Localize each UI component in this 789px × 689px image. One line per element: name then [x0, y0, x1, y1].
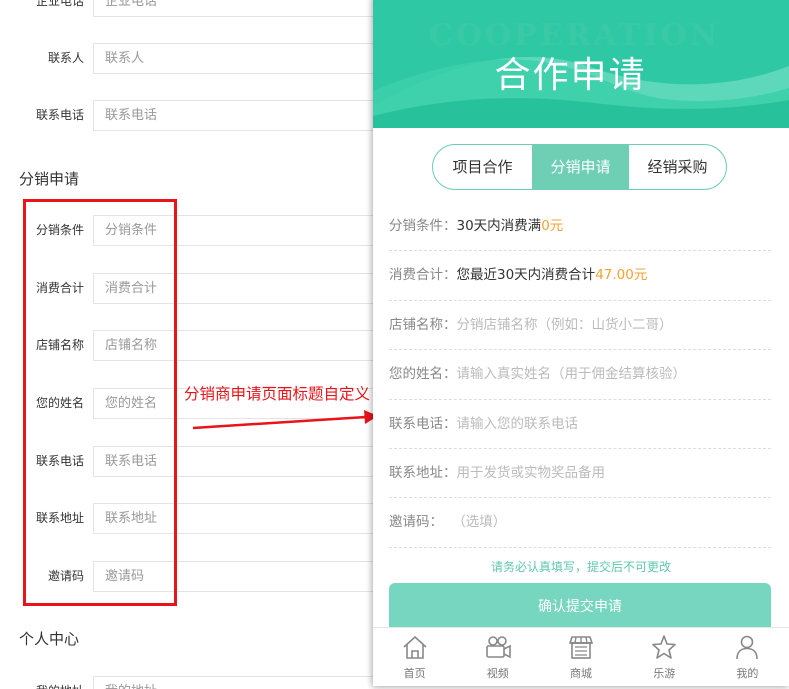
field-label: 联系电话： [389, 415, 457, 432]
company-phone-input[interactable]: 企业电话 [93, 0, 393, 17]
tab-dealer-purchase[interactable]: 经销采购 [629, 145, 726, 189]
field-label: 联系地址： [389, 464, 457, 481]
form-notice: 请务必认真填写，提交后不可更改 [490, 560, 671, 574]
field-value-highlight: 0元 [541, 218, 564, 234]
tabbar-label: 乐游 [653, 667, 676, 680]
form-row-contact-phone: 联系电话 联系电话 [0, 100, 400, 131]
tabbar-label: 首页 [403, 667, 426, 680]
address-input[interactable]: 用于发货或实物奖品备用 [457, 465, 606, 481]
field-label: 我的地址 [36, 676, 84, 689]
form-row-contact-person: 联系人 联系人 [0, 43, 400, 74]
tabbar-item-mall[interactable]: 商城 [539, 628, 622, 686]
application-form: 分销条件：30天内消费满0元 消费合计：您最近30天内消费合计47.00元 店铺… [389, 202, 771, 548]
tab-distribution-application[interactable]: 分销申请 [532, 145, 629, 189]
application-type-tabs: 项目合作 分销申请 经销采购 [432, 144, 727, 190]
highlight-box [23, 199, 177, 606]
tabbar-label: 商城 [570, 667, 592, 680]
home-icon [403, 635, 427, 659]
star-icon [652, 635, 677, 659]
tabbar-item-travel[interactable]: 乐游 [623, 628, 706, 686]
shop-name-input[interactable]: 分销店铺名称（例如：山货小二哥） [457, 317, 673, 333]
field-value: 30天内消费满 [456, 218, 542, 234]
tabbar-item-video[interactable]: 视频 [456, 628, 539, 686]
mobile-preview: COOPERATION 合作申请 项目合作 分销申请 经销采购 分销条件：30天… [373, 0, 789, 686]
video-camera-icon [485, 636, 511, 659]
tabbar-label: 视频 [486, 667, 509, 680]
field-contact-phone[interactable]: 联系电话：请输入您的联系电话 [389, 400, 771, 449]
field-invite-code[interactable]: 邀请码： （选填） [389, 498, 771, 548]
name-input[interactable]: 请输入真实姓名（用于佣金结算核验） [457, 366, 687, 382]
field-contact-address[interactable]: 联系地址：用于发货或实物奖品备用 [389, 449, 771, 499]
section-title-distribution: 分销申请 [19, 170, 80, 188]
shop-icon [568, 636, 594, 659]
annotation-text: 分销商申请页面标题自定义 [184, 385, 371, 403]
bottom-tab-bar: 首页 视频 商城 乐游 我的 [373, 627, 789, 686]
field-label: 联系人 [47, 51, 84, 65]
contact-phone-input[interactable]: 联系电话 [93, 100, 393, 131]
field-label: 您的姓名： [389, 366, 457, 383]
field-your-name[interactable]: 您的姓名：请输入真实姓名（用于佣金结算核验） [389, 350, 771, 400]
invite-code-input[interactable]: （选填） [459, 514, 506, 530]
section-title-personal-center: 个人中心 [19, 630, 80, 648]
field-value: 您最近30天内消费合计 [456, 267, 596, 284]
field-label: 邀请码： [389, 514, 443, 531]
field-label: 消费合计： [389, 267, 457, 284]
field-value-highlight: 47.00元 [595, 267, 648, 284]
tabbar-label: 我的 [736, 667, 759, 680]
tabbar-item-home[interactable]: 首页 [373, 628, 456, 686]
field-shop-name[interactable]: 店铺名称：分销店铺名称（例如：山货小二哥） [389, 301, 771, 351]
tab-project-cooperation[interactable]: 项目合作 [433, 145, 532, 189]
field-distribution-condition: 分销条件：30天内消费满0元 [389, 202, 771, 252]
cooperation-banner: COOPERATION 合作申请 [373, 0, 789, 128]
field-label: 店铺名称： [389, 316, 457, 333]
banner-title: 合作申请 [494, 55, 647, 96]
tabbar-item-mine[interactable]: 我的 [706, 628, 789, 686]
field-label: 企业电话 [35, 0, 84, 8]
field-consumption-total: 消费合计：您最近30天内消费合计47.00元 [389, 251, 771, 301]
my-address-input[interactable]: 我的地址 [93, 676, 393, 689]
field-label: 联系电话 [35, 108, 84, 122]
field-label: 分销条件： [389, 218, 457, 234]
contact-person-input[interactable]: 联系人 [93, 43, 393, 74]
phone-input[interactable]: 请输入您的联系电话 [457, 416, 579, 432]
user-icon [736, 635, 759, 660]
form-row-company-phone: 企业电话 企业电话 [0, 0, 400, 17]
form-row-my-address: 我的地址 我的地址 [0, 676, 400, 689]
